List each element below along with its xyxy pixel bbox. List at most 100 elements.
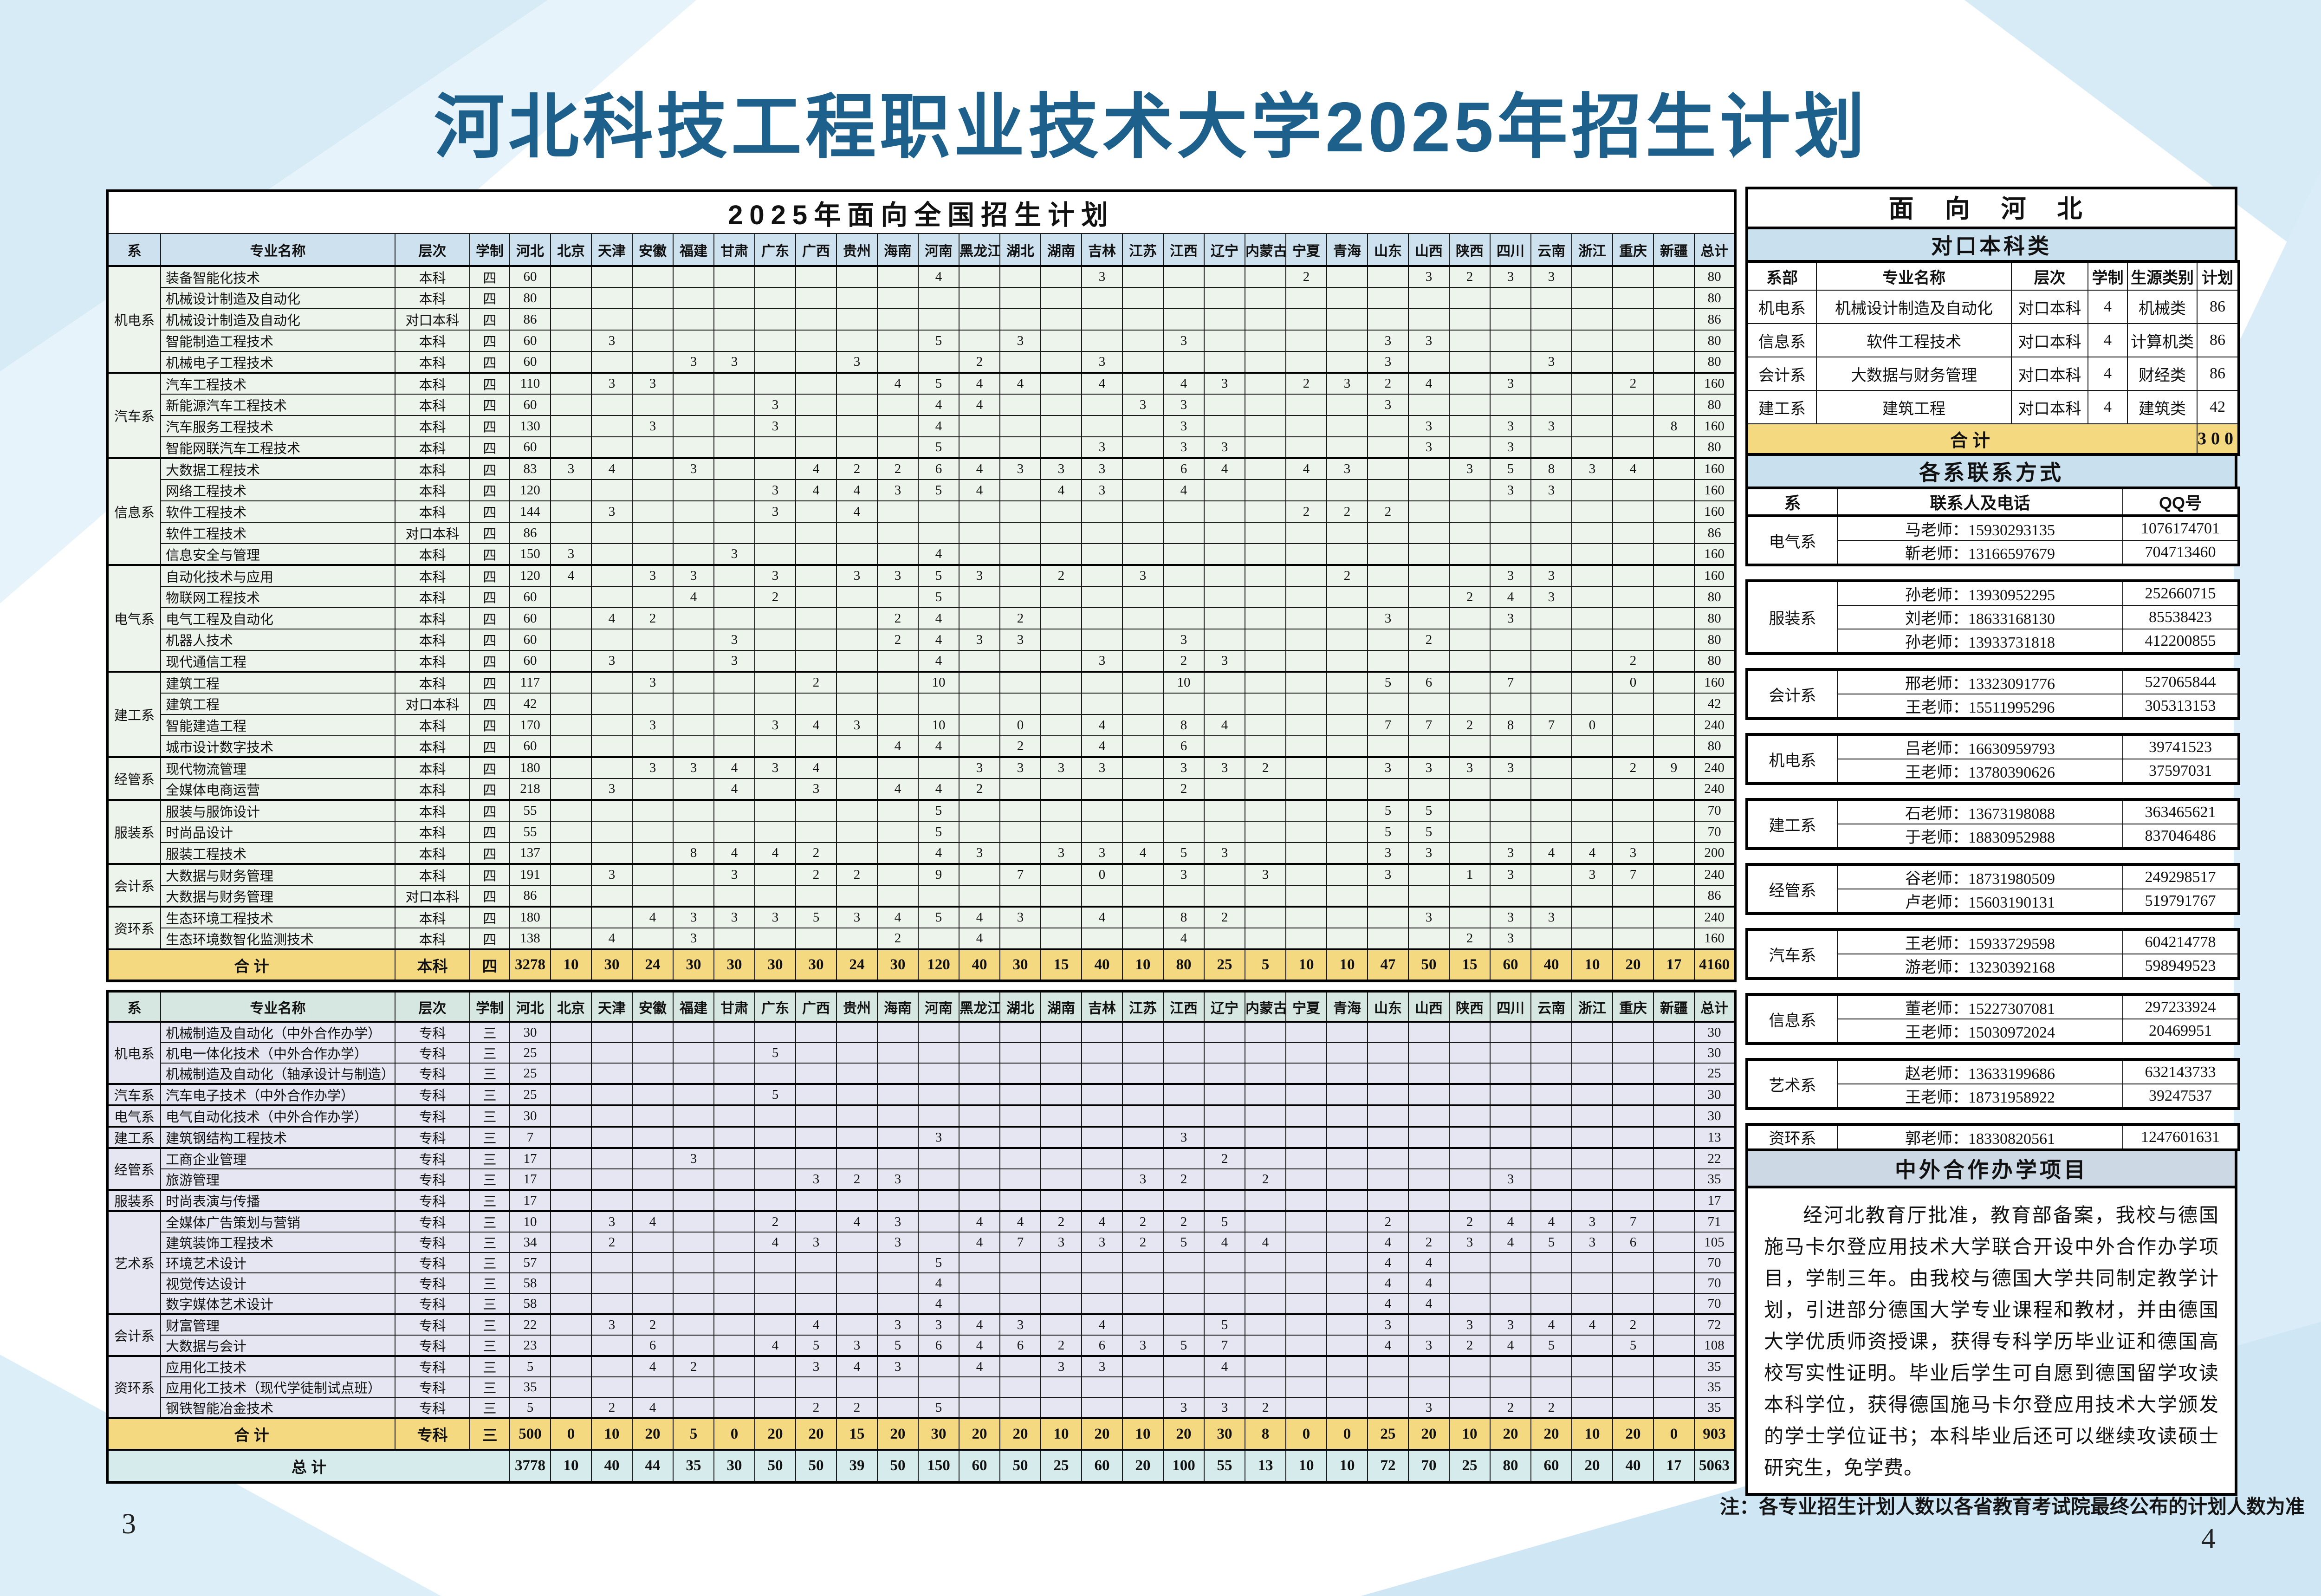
major-name: 新能源汽车工程技术 [161,394,395,415]
subtotal-value: 20 [1163,1418,1204,1450]
plan-value [1286,821,1327,843]
plan-value: 117 [510,672,551,693]
plan-value [1000,650,1041,672]
duikou-row: 会计系大数据与财务管理对口本科4财经类86 [1747,357,2239,390]
major-name: 信息安全与管理 [161,544,395,565]
plan-value [1041,1148,1082,1169]
years-cell: 四 [470,373,510,394]
plan-value: 4 [632,1397,673,1418]
plan-value [1449,800,1490,821]
plan-value [796,373,836,394]
plan-value [1408,1148,1449,1169]
duikou-row: 机电系机械设计制造及自动化对口本科4机械类86 [1747,290,2239,324]
plan-value [591,1084,632,1105]
plan-value [1613,1084,1653,1105]
plan-value [714,928,755,949]
plan-value: 2 [836,1169,877,1190]
plan-value: 5 [918,907,959,928]
plan-value: 170 [510,714,551,736]
plan-value [1449,1063,1490,1084]
plan-value [1286,608,1327,629]
plan-value [836,1063,877,1084]
plan-value: 3 [1531,907,1572,928]
plan-value: 0 [1082,864,1122,885]
plan-value [877,415,918,437]
plan-value: 4 [1408,1273,1449,1293]
plan-value [836,800,877,821]
plan-value: 70 [1694,1293,1735,1314]
plan-value: 130 [510,415,551,437]
plan-value [1041,608,1082,629]
plan-value [959,1105,1000,1127]
contact-row: 会计系邢老师：13323091776527065844 [1747,669,2239,694]
plan-value [1653,501,1694,522]
major-name: 智能网联汽车工程技术 [161,437,395,458]
plan-value [836,266,877,287]
plan-value [1327,864,1368,885]
plan-value: 3 [877,1169,918,1190]
plan-value: 160 [1694,415,1735,437]
level-cell: 专科 [395,1169,470,1190]
plan-value [1245,885,1286,907]
plan-value: 5 [918,480,959,501]
plan-value [1163,1293,1204,1314]
plan-value [796,821,836,843]
plan-value [1368,1377,1408,1397]
plan-value [1000,1063,1041,1084]
plan-value: 3 [1163,330,1204,351]
plan-value [1041,1377,1082,1397]
plan-value [1082,928,1122,949]
subtotal-value: 3278 [510,949,551,981]
plan-value [1531,1084,1572,1105]
plan-value [1572,1273,1613,1293]
plan-value: 3 [1082,480,1122,501]
subtotal-value: 24 [836,949,877,981]
plan-value [1286,843,1327,864]
plan-value: 35 [1694,1377,1735,1397]
plan-value [1286,1232,1327,1252]
plan-value [1204,736,1245,757]
column-header: 贵州 [836,991,877,1022]
plan-value [1122,458,1163,480]
plan-value [1572,1063,1613,1084]
plan-value [632,309,673,330]
plan-value [836,522,877,544]
duikou-source-type: 财经类 [2127,357,2197,390]
plan-value [1041,800,1082,821]
plan-value [673,608,714,629]
major-name: 机械电子工程技术 [161,351,395,373]
plan-value [1449,1190,1490,1211]
subtotal-value: 30 [877,949,918,981]
plan-value [1613,266,1653,287]
major-name: 钢铁智能冶金技术 [161,1397,395,1418]
plan-value: 4 [877,779,918,800]
plan-value: 7 [1613,1211,1653,1232]
plan-value: 3 [1082,650,1122,672]
plan-value [632,480,673,501]
plan-value [591,415,632,437]
plan-value [1613,1169,1653,1190]
years-cell: 三 [470,1105,510,1127]
plan-value: 2 [1449,266,1490,287]
contact-dept: 经管系 [1747,864,1837,914]
plan-value: 80 [1694,736,1735,757]
plan-value [836,1314,877,1335]
plan-value [1613,1022,1653,1043]
plan-value [836,1022,877,1043]
plan-value [1286,309,1327,330]
dept-cell: 资环系 [107,1356,161,1418]
plan-value [1245,565,1286,586]
plan-value: 3 [591,330,632,351]
plan-value: 138 [510,928,551,949]
plan-value: 2 [1163,1169,1204,1190]
plan-value: 30 [510,1022,551,1043]
plan-value: 3 [1531,480,1572,501]
plan-value: 2 [796,672,836,693]
plan-value [551,1232,591,1252]
column-header: 学制 [470,234,510,266]
plan-value [1408,565,1449,586]
years-cell: 三 [470,1397,510,1418]
plan-value: 2 [1286,266,1327,287]
plan-value [1613,1356,1653,1377]
plan-value [1408,1084,1449,1105]
